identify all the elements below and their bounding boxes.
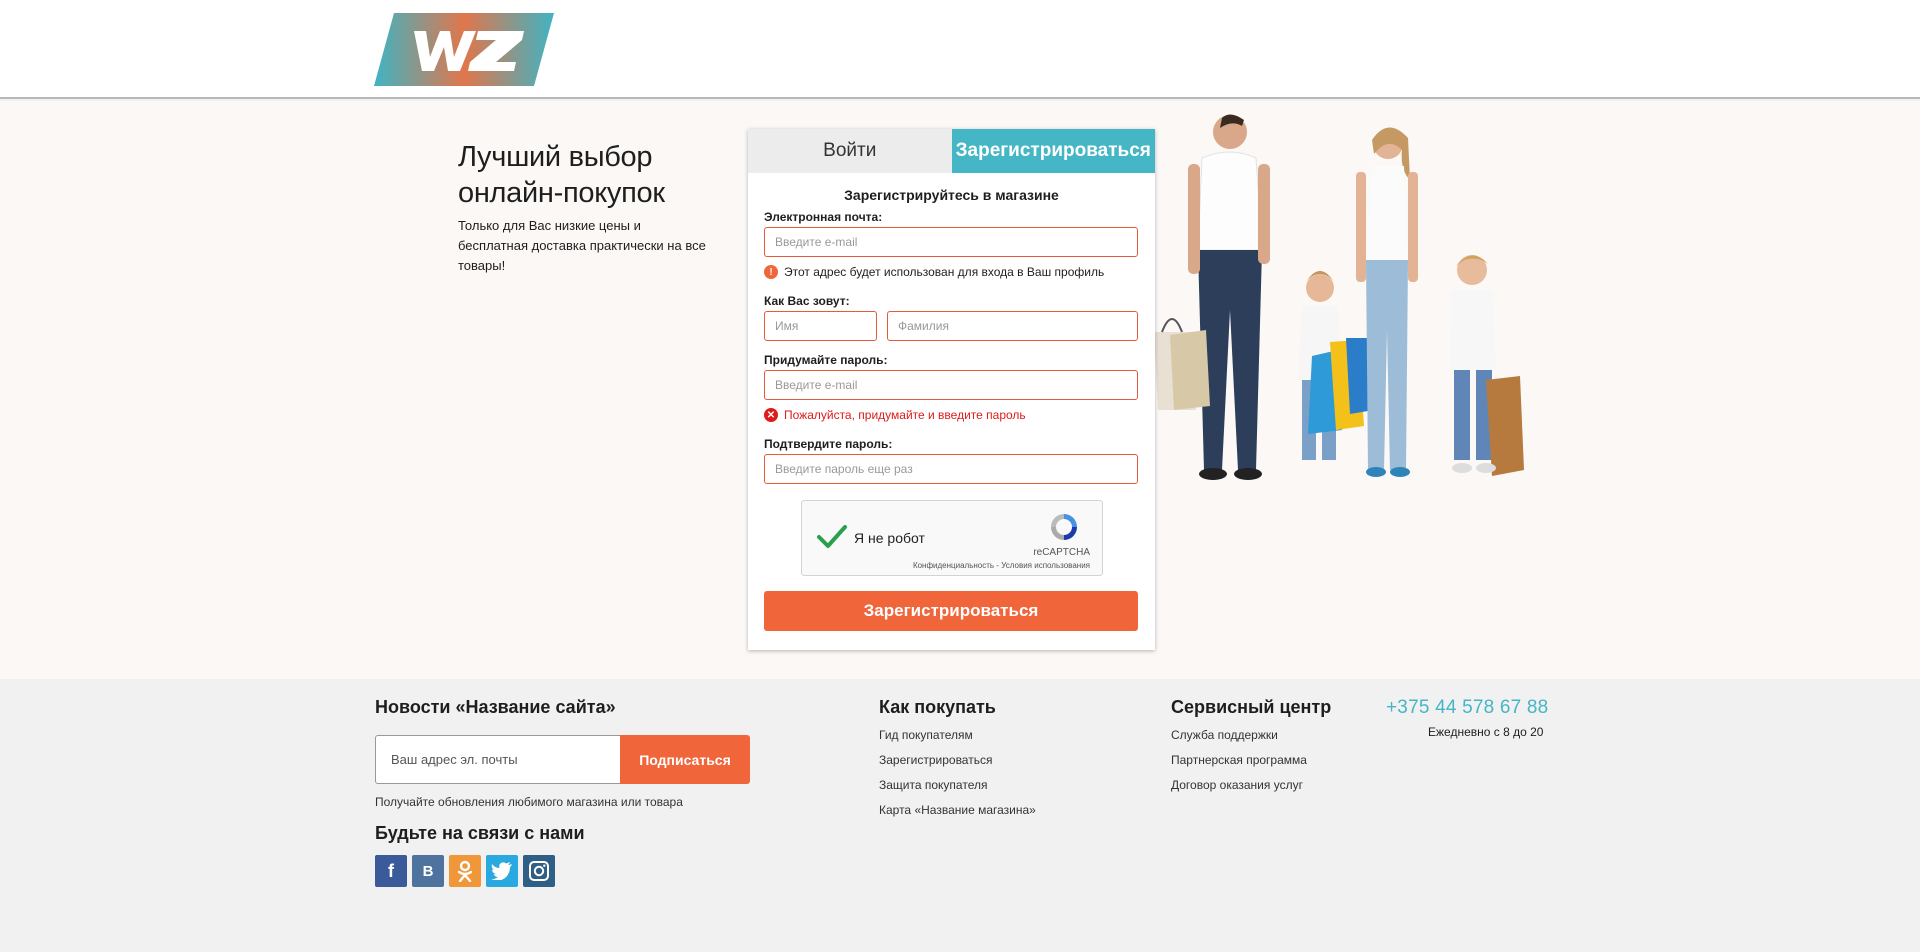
odnoklassniki-icon[interactable] bbox=[449, 855, 481, 887]
last-name-input[interactable] bbox=[887, 311, 1138, 341]
boy-figure bbox=[1450, 255, 1524, 476]
name-label: Как Вас зовут: bbox=[764, 294, 850, 308]
service-center-links: Служба поддержки Партнерская программа Д… bbox=[1171, 723, 1307, 798]
email-hint: ! Этот адрес будет использован для входа… bbox=[764, 265, 1104, 279]
service-center-title: Сервисный центр bbox=[1171, 697, 1332, 717]
girl-figure bbox=[1298, 271, 1374, 460]
mother-figure bbox=[1356, 127, 1418, 477]
tab-login[interactable]: Войти bbox=[748, 129, 952, 173]
promo-title-line1: Лучший выбор bbox=[458, 141, 653, 173]
twitter-icon[interactable] bbox=[486, 855, 518, 887]
form-title: Зарегистрируйтесь в магазине bbox=[844, 187, 1059, 203]
info-icon: ! bbox=[764, 265, 778, 279]
working-hours: Ежедневно с 8 до 20 bbox=[1428, 725, 1544, 739]
family-shopping-image bbox=[1154, 114, 1524, 480]
site-header bbox=[0, 0, 1920, 99]
instagram-icon[interactable] bbox=[523, 855, 555, 887]
recaptcha-widget: Я не робот reCAPTCHA Конфиденциальность … bbox=[801, 500, 1103, 576]
email-input[interactable] bbox=[764, 227, 1138, 257]
password-error: ✕ Пожалуйста, придумайте и введите парол… bbox=[764, 408, 1026, 422]
password-label: Придумайте пароль: bbox=[764, 353, 888, 367]
subscribe-button[interactable]: Подписаться bbox=[620, 735, 750, 784]
how-to-buy-links: Гид покупателям Зарегистрироваться Защит… bbox=[879, 723, 1036, 823]
captcha-label: Я не робот bbox=[854, 530, 925, 546]
how-to-buy-title: Как покупать bbox=[879, 697, 996, 717]
link-register[interactable]: Зарегистрироваться bbox=[879, 748, 1036, 773]
link-store-map[interactable]: Карта «Название магазина» bbox=[879, 798, 1036, 823]
promo-title: Лучший выбор онлайн-покупок bbox=[458, 139, 718, 211]
newsletter-note: Получайте обновления любимого магазина и… bbox=[375, 795, 683, 809]
email-hint-text: Этот адрес будет использован для входа в… bbox=[784, 265, 1105, 279]
register-button[interactable]: Зарегистрироваться bbox=[764, 591, 1138, 631]
phone-number[interactable]: +375 44 578 67 88 bbox=[1386, 697, 1548, 719]
social-title: Будьте на связи с нами bbox=[375, 823, 585, 843]
link-partner-program[interactable]: Партнерская программа bbox=[1171, 748, 1307, 773]
confirm-password-input[interactable] bbox=[764, 454, 1138, 484]
promo-text: Только для Вас низкие цены и бесплатная … bbox=[458, 218, 706, 273]
recaptcha-logo-icon bbox=[1051, 514, 1077, 540]
confirm-password-label: Подтвердите пароль: bbox=[764, 437, 893, 451]
password-error-text: Пожалуйста, придумайте и введите пароль bbox=[784, 408, 1026, 422]
social-links: f В bbox=[375, 855, 555, 887]
link-buyer-guide[interactable]: Гид покупателям bbox=[879, 723, 1036, 748]
email-label: Электронная почта: bbox=[764, 210, 883, 224]
tab-register[interactable]: Зарегистрироваться bbox=[951, 129, 1155, 173]
first-name-input[interactable] bbox=[764, 311, 877, 341]
news-title: Новости «Название сайта» bbox=[375, 697, 616, 717]
password-input[interactable] bbox=[764, 370, 1138, 400]
facebook-icon[interactable]: f bbox=[375, 855, 407, 887]
link-service-agreement[interactable]: Договор оказания услуг bbox=[1171, 773, 1307, 798]
link-buyer-protection[interactable]: Защита покупателя bbox=[879, 773, 1036, 798]
registration-card: Войти Зарегистрироваться Зарегистрируйте… bbox=[748, 129, 1155, 650]
vk-icon[interactable]: В bbox=[412, 855, 444, 887]
captcha-links[interactable]: Конфиденциальность - Условия использован… bbox=[913, 561, 1090, 570]
promo-title-line2: онлайн-покупок bbox=[458, 177, 665, 209]
captcha-brand: reCAPTCHA bbox=[1033, 547, 1090, 558]
auth-tabs: Войти Зарегистрироваться bbox=[748, 129, 1155, 173]
newsletter-email-input[interactable] bbox=[375, 735, 621, 784]
captcha-checkmark-icon[interactable] bbox=[816, 523, 848, 551]
site-logo[interactable] bbox=[374, 13, 554, 86]
father-figure bbox=[1154, 114, 1270, 480]
link-support[interactable]: Служба поддержки bbox=[1171, 723, 1307, 748]
error-icon: ✕ bbox=[764, 408, 778, 422]
